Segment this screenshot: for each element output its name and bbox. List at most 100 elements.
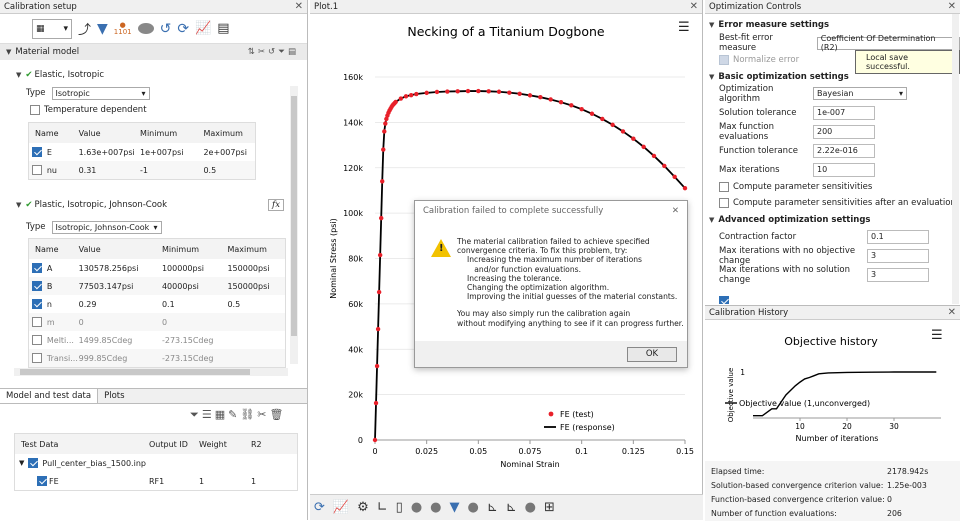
param-max[interactable]: 150000psi bbox=[227, 282, 285, 291]
field-input[interactable]: 3 bbox=[867, 267, 929, 282]
sensitivities-checkbox[interactable] bbox=[719, 182, 729, 192]
refresh-icon[interactable]: ⟳ bbox=[177, 21, 189, 37]
delete-icon[interactable]: 🗑 bbox=[270, 408, 287, 421]
tab-model-test-data[interactable]: Model and test data bbox=[0, 389, 99, 403]
dogbone-icon[interactable]: ▼ bbox=[450, 500, 460, 515]
function-fx-icon[interactable]: fx bbox=[268, 199, 284, 211]
list-icon[interactable]: ☰ bbox=[202, 408, 215, 421]
param-min[interactable]: 0 bbox=[162, 318, 227, 327]
param-checkbox[interactable] bbox=[32, 165, 42, 175]
link-icon[interactable]: ⛓ bbox=[240, 408, 257, 421]
param-value[interactable]: 0.31 bbox=[79, 166, 140, 175]
sphere-remove-icon[interactable]: ● bbox=[430, 500, 441, 515]
param-value[interactable]: 999.85Cdeg bbox=[79, 354, 162, 363]
tool-icon[interactable]: ✂ bbox=[257, 408, 269, 421]
param-min[interactable]: 0.1 bbox=[162, 300, 227, 309]
field-input[interactable]: 2.22e-016 bbox=[813, 143, 875, 158]
normalize-error-checkbox[interactable] bbox=[719, 55, 729, 65]
sphere-add-icon[interactable]: ● bbox=[525, 500, 536, 515]
param-max[interactable]: 0.5 bbox=[203, 166, 255, 175]
axes-add-icon[interactable]: ⊾ bbox=[487, 500, 498, 515]
param-min[interactable]: 100000psi bbox=[162, 264, 227, 273]
edit-icon[interactable]: ✎ bbox=[228, 408, 240, 421]
temperature-dependent-checkbox[interactable] bbox=[30, 105, 40, 115]
table-row[interactable]: A 130578.256psi 100000psi 150000psi bbox=[29, 259, 285, 277]
field-input[interactable]: 1e-007 bbox=[813, 105, 875, 120]
table-row[interactable]: nu 0.31 -1 0.5 bbox=[29, 161, 255, 179]
output-weight[interactable]: 1 bbox=[199, 477, 251, 486]
horizontal-scrollbar[interactable] bbox=[14, 368, 288, 376]
hamburger-menu-icon[interactable]: ☰ bbox=[678, 20, 690, 35]
param-value[interactable]: 77503.147psi bbox=[79, 282, 162, 291]
close-icon[interactable]: ✕ bbox=[948, 1, 956, 12]
table-row[interactable]: Transi... 999.85Cdeg -273.15Cdeg bbox=[29, 349, 285, 367]
table-row[interactable]: B 77503.147psi 40000psi 150000psi bbox=[29, 277, 285, 295]
table-add-icon[interactable]: ▦ bbox=[215, 408, 228, 421]
param-checkbox[interactable] bbox=[32, 147, 42, 157]
chart-icon[interactable]: 📈 bbox=[333, 500, 349, 515]
dogbone-icon[interactable]: ▼ bbox=[97, 21, 108, 37]
table-row[interactable]: FE RF1 1 1 bbox=[15, 472, 297, 490]
param-min[interactable]: -273.15Cdeg bbox=[162, 354, 227, 363]
material-dropdown-icon[interactable]: ▦ ▾ bbox=[32, 18, 72, 39]
param-min[interactable]: -273.15Cdeg bbox=[162, 336, 227, 345]
scroll-thumb[interactable] bbox=[291, 96, 297, 336]
param-value[interactable]: 1.63e+007psi bbox=[79, 148, 140, 157]
plastic-header[interactable]: ▼ ✔ Plastic, Isotropic, Johnson-Cook fx bbox=[0, 198, 290, 212]
vertical-scrollbar[interactable] bbox=[952, 14, 959, 304]
param-max[interactable]: 0.5 bbox=[227, 300, 285, 309]
error-measure-header[interactable]: ▼ Error measure settings bbox=[705, 18, 960, 32]
param-min[interactable]: -1 bbox=[140, 166, 203, 175]
plot-tab[interactable]: Plot.1 ✕ bbox=[310, 0, 702, 14]
close-icon[interactable]: ✕ bbox=[295, 1, 303, 12]
close-icon[interactable]: ✕ bbox=[948, 307, 956, 318]
sphere-link-icon[interactable]: ● bbox=[468, 500, 479, 515]
dataset-checkbox[interactable] bbox=[28, 458, 39, 468]
output-checkbox[interactable] bbox=[37, 476, 47, 486]
plot-chart-icon[interactable]: 📈 bbox=[195, 21, 211, 36]
param-checkbox[interactable] bbox=[32, 317, 42, 327]
random-seed-checkbox[interactable] bbox=[719, 296, 729, 304]
field-input[interactable]: 200 bbox=[813, 124, 875, 139]
advanced-settings-header[interactable]: ▼ Advanced optimization settings bbox=[705, 213, 960, 227]
axis-icon[interactable]: ∟ bbox=[377, 500, 388, 515]
table-row[interactable]: n 0.29 0.1 0.5 bbox=[29, 295, 285, 313]
param-max[interactable]: 2e+007psi bbox=[203, 148, 255, 157]
table-row[interactable]: E 1.63e+007psi 1e+007psi 2e+007psi bbox=[29, 143, 255, 161]
param-max[interactable]: 150000psi bbox=[227, 264, 285, 273]
field-input[interactable]: 10 bbox=[813, 162, 875, 177]
elastic-type-select[interactable]: Isotropic ▾ bbox=[51, 86, 150, 100]
param-checkbox[interactable] bbox=[32, 263, 42, 273]
expand-arrow-icon[interactable]: ▼ bbox=[15, 459, 24, 467]
ok-button[interactable]: OK bbox=[627, 347, 677, 362]
settings-chart-icon[interactable]: ▤ bbox=[217, 21, 229, 36]
close-icon[interactable]: ✕ bbox=[690, 1, 698, 12]
best-fit-select[interactable]: Coefficient Of Determination (R2)▾ bbox=[816, 34, 960, 52]
param-min[interactable]: 40000psi bbox=[162, 282, 227, 291]
field-input[interactable]: 0.1 bbox=[867, 229, 929, 244]
sensitivities-after-checkbox[interactable] bbox=[719, 198, 729, 208]
sphere-icon[interactable] bbox=[137, 23, 154, 34]
param-checkbox[interactable] bbox=[32, 299, 42, 309]
param-checkbox[interactable] bbox=[32, 281, 42, 291]
param-value[interactable]: 1499.85Cdeg bbox=[79, 336, 162, 345]
filter-icon[interactable]: ⏷ bbox=[190, 408, 202, 421]
param-value[interactable]: 0.29 bbox=[79, 300, 162, 309]
model-tools-icons[interactable]: ⇅✂↺⏷▤ bbox=[248, 47, 299, 57]
table-row[interactable]: ▼ Pull_center_bias_1500.inp bbox=[15, 454, 297, 472]
param-min[interactable]: 1e+007psi bbox=[140, 148, 203, 157]
hamburger-menu-icon[interactable]: ☰ bbox=[931, 328, 943, 343]
close-icon[interactable]: ✕ bbox=[672, 206, 679, 216]
table-row[interactable]: m 0 0 bbox=[29, 313, 285, 331]
param-value[interactable]: 0 bbox=[79, 318, 162, 327]
settings-icon[interactable]: ⚙ bbox=[357, 500, 369, 515]
grid-icon[interactable]: ⊞ bbox=[544, 500, 555, 515]
field-input[interactable]: 3 bbox=[867, 248, 929, 263]
undo-icon[interactable]: ↺ bbox=[160, 21, 172, 37]
run-icon[interactable]: ⟳ bbox=[314, 500, 325, 515]
algorithm-select[interactable]: Bayesian ▾ bbox=[813, 87, 907, 100]
param-checkbox[interactable] bbox=[32, 353, 42, 363]
curve-fit-icon[interactable]: ⤴ bbox=[78, 19, 91, 38]
elastic-header[interactable]: ▼ ✔ Elastic, Isotropic bbox=[0, 68, 300, 82]
plastic-type-select[interactable]: Isotropic, Johnson-Cook ▾ bbox=[51, 220, 162, 234]
